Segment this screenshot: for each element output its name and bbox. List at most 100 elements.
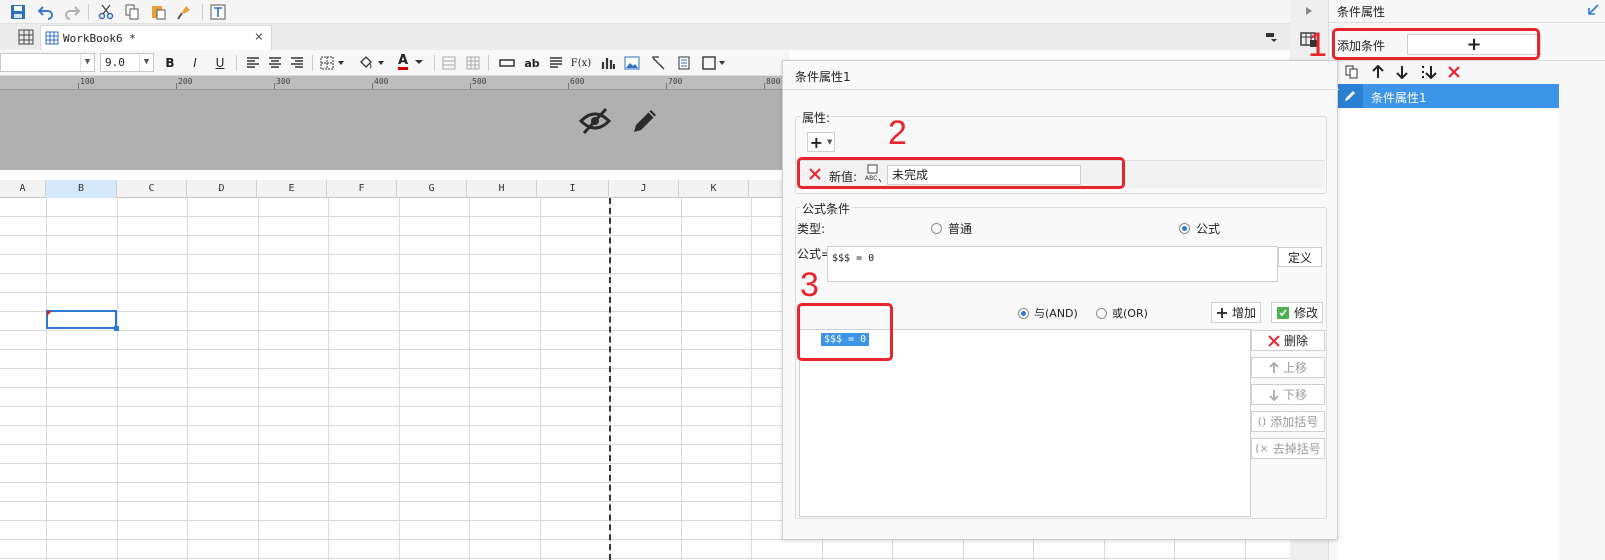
column-header-f[interactable]: F: [327, 180, 397, 198]
field-icon[interactable]: [496, 54, 518, 72]
dialog-divider: [783, 89, 1339, 90]
copy-icon[interactable]: [122, 2, 142, 22]
remove-bracket-button[interactable]: (× 去掉括号: [1251, 438, 1325, 459]
bold-button[interactable]: B: [162, 54, 178, 72]
arrow-down-icon[interactable]: [1393, 63, 1411, 81]
selected-cell[interactable]: [46, 310, 119, 331]
chart-icon[interactable]: [598, 54, 618, 72]
tab-close-button[interactable]: ×: [255, 29, 263, 45]
grid-line: [751, 198, 752, 560]
delete-icon[interactable]: [1445, 63, 1463, 81]
type-option-normal[interactable]: 普通: [931, 220, 972, 237]
define-button[interactable]: 定义: [1278, 247, 1322, 267]
add-condition-item-button[interactable]: 增加: [1211, 302, 1261, 323]
fill-color-icon[interactable]: [356, 54, 388, 72]
text-color-glyph: A: [397, 53, 409, 70]
remove-bracket-icon: (×: [1255, 442, 1269, 455]
copy-icon[interactable]: [1343, 63, 1361, 81]
condition-list-label: 条件属性1: [1371, 91, 1427, 105]
column-header-j[interactable]: J: [609, 180, 679, 198]
eye-off-icon[interactable]: [578, 104, 612, 138]
text-frame-icon[interactable]: [208, 2, 228, 22]
paragraph-icon[interactable]: [546, 54, 566, 72]
column-header-i[interactable]: I: [537, 180, 609, 198]
ruler-tick: [176, 83, 177, 89]
report-icon[interactable]: [674, 54, 694, 72]
radio-and[interactable]: [1018, 307, 1029, 319]
paste-icon[interactable]: [148, 2, 168, 22]
column-header-g[interactable]: G: [397, 180, 467, 198]
save-icon[interactable]: [8, 2, 28, 22]
merge-cells-icon[interactable]: [440, 54, 458, 72]
type-option-formula[interactable]: 公式: [1179, 220, 1220, 237]
add-bracket-button[interactable]: () 添加括号: [1251, 411, 1325, 432]
grid-line: [681, 198, 682, 560]
italic-button[interactable]: I: [187, 54, 203, 72]
tab-bar: WorkBook6 * ×: [0, 24, 1290, 50]
align-right-icon[interactable]: [288, 54, 306, 72]
grid-line: [399, 198, 400, 560]
split-cells-icon[interactable]: [464, 54, 482, 72]
font-size-select[interactable]: 9.0 ▼: [100, 53, 154, 72]
move-bottom-icon[interactable]: [1419, 63, 1439, 81]
column-header-e[interactable]: E: [257, 180, 327, 198]
radio-normal[interactable]: [931, 223, 942, 234]
underline-button[interactable]: U: [212, 54, 228, 72]
formula-input[interactable]: $$$ = 0: [827, 246, 1278, 282]
column-header-a[interactable]: A: [0, 180, 46, 198]
tab-menu-icon[interactable]: [1262, 28, 1280, 46]
grid-line: [46, 198, 47, 560]
column-header-h[interactable]: H: [467, 180, 537, 198]
slash-icon[interactable]: [648, 54, 668, 72]
modify-button[interactable]: 修改: [1271, 302, 1323, 323]
tab-workbook[interactable]: WorkBook6 * ×: [40, 25, 272, 50]
edit-icon: [1337, 84, 1363, 108]
panel-title: 条件属性: [1337, 5, 1386, 19]
border-icon[interactable]: [318, 54, 348, 72]
add-attribute-button[interactable]: + ▼: [807, 132, 835, 152]
column-header-b[interactable]: B: [46, 180, 117, 198]
pencil-icon[interactable]: [628, 104, 662, 138]
grid-line: [540, 198, 541, 560]
font-family-select[interactable]: ▼: [0, 53, 95, 72]
move-down-button[interactable]: 下移: [1251, 384, 1325, 405]
column-header-k[interactable]: K: [679, 180, 749, 198]
image-icon[interactable]: [622, 54, 642, 72]
annotation-box-2: [797, 157, 1125, 189]
delete-button[interactable]: 删除: [1251, 330, 1325, 351]
ruler-tick: [274, 83, 275, 89]
logic-and-label: 与(AND): [1034, 307, 1078, 320]
radio-formula[interactable]: [1179, 223, 1190, 234]
panel-divider: [1329, 22, 1605, 23]
text-color-icon[interactable]: A: [394, 52, 428, 72]
logic-or-option[interactable]: 或(OR): [1096, 305, 1148, 321]
column-header-c[interactable]: C: [117, 180, 187, 198]
align-center-icon[interactable]: [266, 54, 284, 72]
dialog-title: 条件属性1: [795, 70, 851, 84]
cell-attr-icon[interactable]: [700, 54, 728, 72]
text-field-button[interactable]: ab: [522, 54, 542, 72]
column-header-d[interactable]: D: [187, 180, 257, 198]
expand-arrow-icon[interactable]: [1302, 4, 1316, 18]
redo-icon[interactable]: [62, 2, 82, 22]
grid-layout-icon[interactable]: [16, 28, 36, 46]
ruler-mark: 700: [668, 77, 683, 86]
fill-handle[interactable]: [114, 326, 119, 331]
attributes-label: 属性:: [800, 109, 833, 126]
radio-or[interactable]: [1096, 307, 1107, 319]
arrow-up-icon[interactable]: [1369, 63, 1387, 81]
plus-icon: [1216, 307, 1227, 318]
logic-and-option[interactable]: 与(AND): [1018, 305, 1078, 321]
cut-icon[interactable]: [96, 2, 116, 22]
ruler-tick: [470, 83, 471, 89]
condition-list-item[interactable]: 条件属性1: [1337, 84, 1559, 108]
move-up-button[interactable]: 上移: [1251, 357, 1325, 378]
undo-icon[interactable]: [36, 2, 56, 22]
annotation-number-3: 3: [800, 266, 819, 304]
collapse-arrow-icon[interactable]: [1585, 2, 1601, 18]
ruler-mark: 500: [472, 77, 487, 86]
formula-button[interactable]: F(x): [570, 54, 592, 72]
format-brush-icon[interactable]: [174, 2, 194, 22]
align-left-icon[interactable]: [244, 54, 262, 72]
header-band: [0, 90, 790, 170]
